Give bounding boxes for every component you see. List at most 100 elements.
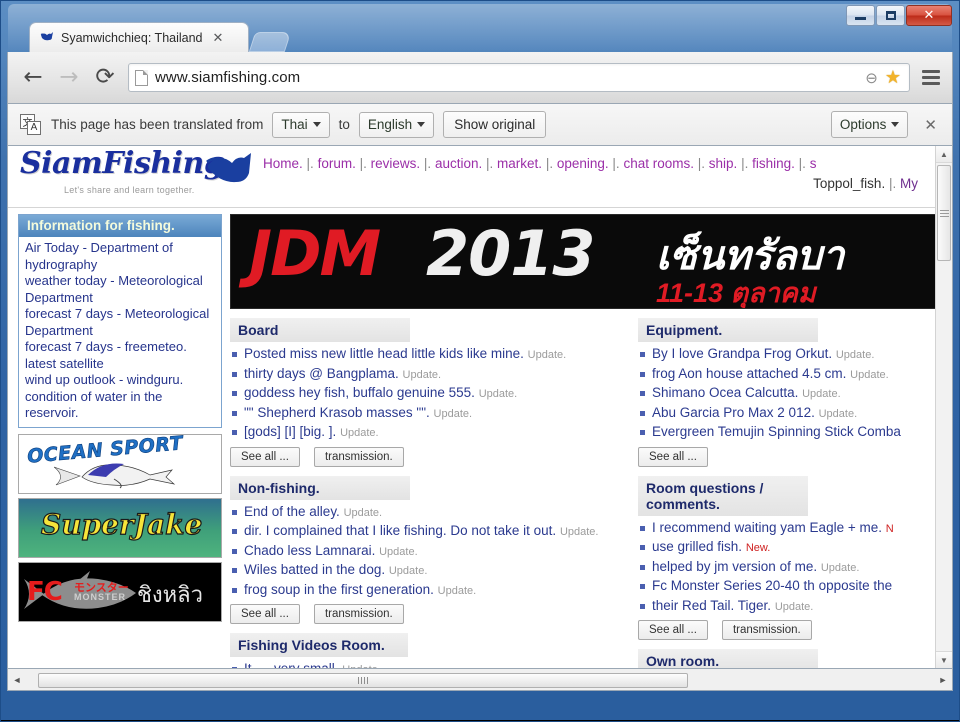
minimize-button[interactable] xyxy=(846,5,875,26)
list-item[interactable]: "" Shepherd Krasob masses "". Update. xyxy=(230,404,628,424)
translate-close-icon[interactable]: ✕ xyxy=(917,116,944,134)
list-item[interactable]: helped by jm version of me. Update. xyxy=(638,558,938,578)
list-item-link[interactable]: Wiles batted in the dog. xyxy=(244,562,385,577)
sidebar-link-wind-outlook[interactable]: wind up outlook - windguru. xyxy=(25,372,215,389)
list-item-link[interactable]: [gods] [I] [big. ]. xyxy=(244,424,336,439)
sidebar-link-water-condition[interactable]: condition of water in the reservoir. xyxy=(25,389,215,422)
list-item[interactable]: their Red Tail. Tiger. Update. xyxy=(638,597,938,617)
zoom-out-icon[interactable]: ⊖ xyxy=(865,69,878,87)
transmission-button[interactable]: transmission. xyxy=(314,604,404,624)
list-item-link[interactable]: I recommend waiting yam Eagle + me. xyxy=(652,520,882,535)
list-item-link[interactable]: Evergreen Temujin Spinning Stick Comba xyxy=(652,424,901,439)
ad-banner-ocean-sport[interactable]: OCEAN SPORT xyxy=(18,434,222,494)
browser-tab[interactable]: Syamwichchieq: Thailand ✕ xyxy=(29,22,249,52)
scroll-down-arrow-icon[interactable]: ▼ xyxy=(936,651,952,668)
list-item[interactable]: dir. I complained that I like fishing. D… xyxy=(230,522,628,542)
back-icon[interactable]: ← xyxy=(20,65,46,91)
see-all-button[interactable]: See all ... xyxy=(230,447,300,467)
ad-banner-fc-monster[interactable]: FC モンスター MONSTER ชิงหลิว xyxy=(18,562,222,622)
list-item[interactable]: frog soup in the first generation. Updat… xyxy=(230,581,628,601)
list-item[interactable]: Wiles batted in the dog. Update. xyxy=(230,561,628,581)
list-item[interactable]: thirty days @ Bangplama. Update. xyxy=(230,365,628,385)
options-dropdown[interactable]: Options xyxy=(831,111,909,138)
target-language-dropdown[interactable]: English xyxy=(359,112,434,138)
nav-item-ship[interactable]: ship. xyxy=(709,156,738,171)
chrome-menu-icon[interactable] xyxy=(920,66,942,89)
nav-item-market[interactable]: market. xyxy=(497,156,542,171)
see-all-button[interactable]: See all ... xyxy=(230,604,300,624)
sidebar-link-weather-today[interactable]: weather today - Meteorological Departmen… xyxy=(25,273,215,306)
list-item-link[interactable]: Abu Garcia Pro Max 2 012. xyxy=(652,405,815,420)
see-all-button[interactable]: See all ... xyxy=(638,620,708,640)
nav-item-opening[interactable]: opening. xyxy=(557,156,609,171)
list-item[interactable]: frog Aon house attached 4.5 cm. Update. xyxy=(638,365,938,385)
transmission-button[interactable]: transmission. xyxy=(722,620,812,640)
list-item-link[interactable]: goddess hey fish, buffalo genuine 555. xyxy=(244,385,475,400)
list-item-link[interactable]: Fc Monster Series 20-40 th opposite the xyxy=(652,578,892,593)
sidebar-link-air-today[interactable]: Air Today - Department of hydrography xyxy=(25,240,215,273)
list-item[interactable]: goddess hey fish, buffalo genuine 555. U… xyxy=(230,384,628,404)
list-item-link[interactable]: frog soup in the first generation. xyxy=(244,582,434,597)
scroll-left-arrow-icon[interactable]: ◄ xyxy=(8,675,26,685)
scroll-right-arrow-icon[interactable]: ► xyxy=(934,675,952,685)
list-item-link[interactable]: Shimano Ocea Calcutta. xyxy=(652,385,798,400)
nav-item-auction[interactable]: auction. xyxy=(435,156,482,171)
list-item[interactable]: Posted miss new little head little kids … xyxy=(230,345,628,365)
list-item-link[interactable]: thirty days @ Bangplama. xyxy=(244,366,399,381)
maximize-button[interactable] xyxy=(876,5,905,26)
ad-banner-super-jake[interactable]: SuperJake xyxy=(18,498,222,558)
list-item[interactable]: Fc Monster Series 20-40 th opposite the xyxy=(638,577,938,597)
forward-icon[interactable]: → xyxy=(56,65,82,91)
list-item-link[interactable]: dir. I complained that I like fishing. D… xyxy=(244,523,556,538)
list-item[interactable]: Evergreen Temujin Spinning Stick Comba xyxy=(638,423,938,443)
list-item[interactable]: Abu Garcia Pro Max 2 012. Update. xyxy=(638,404,938,424)
horizontal-scrollbar-track[interactable] xyxy=(26,672,934,688)
close-window-button[interactable]: ✕ xyxy=(906,5,952,26)
nav-item-chat-rooms[interactable]: chat rooms. xyxy=(623,156,694,171)
list-item-link[interactable]: "" Shepherd Krasob masses "". xyxy=(244,405,430,420)
sidebar-link-forecast-7-days-met[interactable]: forecast 7 days - Meteorological Departm… xyxy=(25,306,215,339)
see-all-button[interactable]: See all ... xyxy=(638,447,708,467)
list-item-link[interactable]: End of the alley. xyxy=(244,504,340,519)
nav-item-fishing[interactable]: fishing. xyxy=(752,156,795,171)
nav-item-reviews[interactable]: reviews. xyxy=(371,156,421,171)
vertical-scrollbar-thumb[interactable] xyxy=(937,165,951,261)
list-item-link[interactable]: By I love Grandpa Frog Orkut. xyxy=(652,346,832,361)
nav-item-truncated[interactable]: s xyxy=(810,156,817,171)
page-horizontal-scrollbar[interactable]: ◄ ► xyxy=(7,669,953,691)
nav-item-forum[interactable]: forum. xyxy=(318,156,356,171)
list-item-link[interactable]: Posted miss new little head little kids … xyxy=(244,346,524,361)
source-language-dropdown[interactable]: Thai xyxy=(272,112,329,138)
list-item[interactable]: use grilled fish. New. xyxy=(638,538,938,558)
list-item-link[interactable]: frog Aon house attached 4.5 cm. xyxy=(652,366,846,381)
nav-user-name[interactable]: Toppol_fish. xyxy=(813,176,885,191)
page-vertical-scrollbar[interactable]: ▲ ▼ xyxy=(935,146,952,668)
list-item[interactable]: [gods] [I] [big. ]. Update. xyxy=(230,423,628,443)
list-item[interactable]: It .... very small. Update. xyxy=(230,660,628,669)
list-item[interactable]: I recommend waiting yam Eagle + me. N xyxy=(638,519,938,539)
show-original-button[interactable]: Show original xyxy=(443,111,546,138)
reload-icon[interactable]: ⟳ xyxy=(92,65,118,91)
list-item[interactable]: End of the alley. Update. xyxy=(230,503,628,523)
bookmark-star-icon[interactable]: ★ xyxy=(885,67,901,88)
transmission-button[interactable]: transmission. xyxy=(314,447,404,467)
nav-item-home[interactable]: Home. xyxy=(263,156,303,171)
list-item[interactable]: Chado less Lamnarai. Update. xyxy=(230,542,628,562)
jdm-2013-banner[interactable]: JDM 2013 เซ็นทรัลบา 11-13 ตุลาคม xyxy=(230,214,938,309)
list-item-link[interactable]: helped by jm version of me. xyxy=(652,559,817,574)
horizontal-scrollbar-thumb[interactable] xyxy=(38,673,688,688)
list-item[interactable]: By I love Grandpa Frog Orkut. Update. xyxy=(638,345,938,365)
list-item-link[interactable]: use grilled fish. xyxy=(652,539,742,554)
sidebar-link-forecast-7-days-freemeteo[interactable]: forecast 7 days - freemeteo. xyxy=(25,339,215,356)
sidebar-link-latest-satellite[interactable]: latest satellite xyxy=(25,356,215,373)
list-item-link[interactable]: Chado less Lamnarai. xyxy=(244,543,375,558)
list-item-link[interactable]: their Red Tail. Tiger. xyxy=(652,598,771,613)
new-tab-button[interactable] xyxy=(249,32,291,52)
list-item[interactable]: Shimano Ocea Calcutta. Update. xyxy=(638,384,938,404)
address-bar[interactable]: www.siamfishing.com ⊖ ★ xyxy=(128,63,910,92)
site-logo[interactable]: SiamFishing Let's share and learn togeth… xyxy=(20,149,260,203)
tab-close-icon[interactable]: ✕ xyxy=(210,30,227,46)
nav-item-my[interactable]: My xyxy=(900,176,918,191)
list-item-link[interactable]: It .... very small. xyxy=(244,661,339,669)
scroll-up-arrow-icon[interactable]: ▲ xyxy=(936,146,952,163)
